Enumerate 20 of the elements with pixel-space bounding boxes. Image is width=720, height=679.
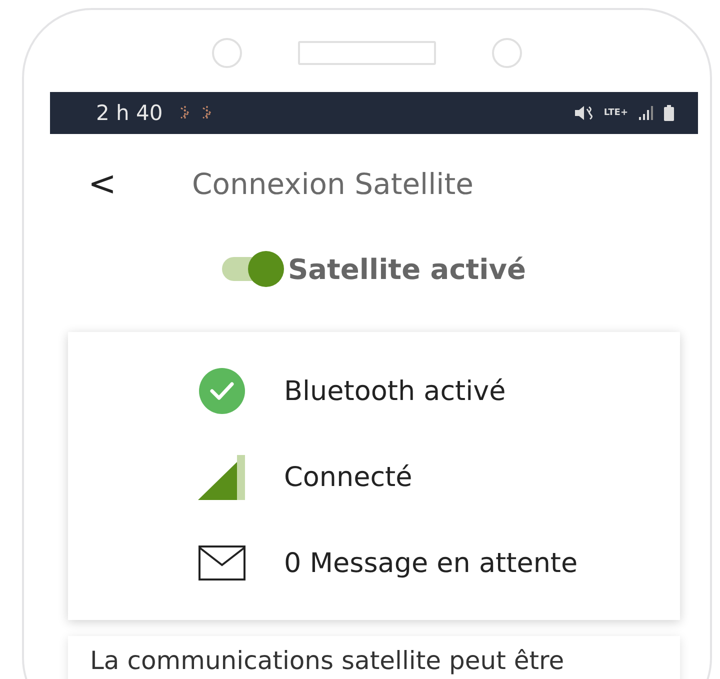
check-icon	[199, 368, 245, 414]
status-label: 0 Message en attente	[284, 548, 578, 578]
clock-time: 2 h 40	[96, 101, 163, 125]
notification-icon	[200, 105, 213, 121]
back-button[interactable]: <	[88, 164, 116, 204]
signal-icon	[638, 105, 654, 121]
satellite-switch[interactable]	[222, 250, 284, 288]
satellite-status: Satellite activé	[288, 252, 526, 286]
status-label: Connecté	[284, 462, 412, 492]
network-type: LTE+	[604, 108, 628, 118]
battery-icon	[664, 105, 674, 121]
envelope-icon	[198, 545, 246, 581]
camera-lens	[212, 38, 242, 68]
sensor-lens	[492, 38, 522, 68]
notice-text: La communications satellite peut être	[90, 646, 564, 675]
screen-title: Connexion Satellite	[192, 167, 474, 201]
status-label: Bluetooth activé	[284, 376, 506, 406]
mute-icon	[574, 105, 594, 121]
notification-icon	[178, 105, 191, 121]
signal-strength-icon	[197, 452, 247, 502]
